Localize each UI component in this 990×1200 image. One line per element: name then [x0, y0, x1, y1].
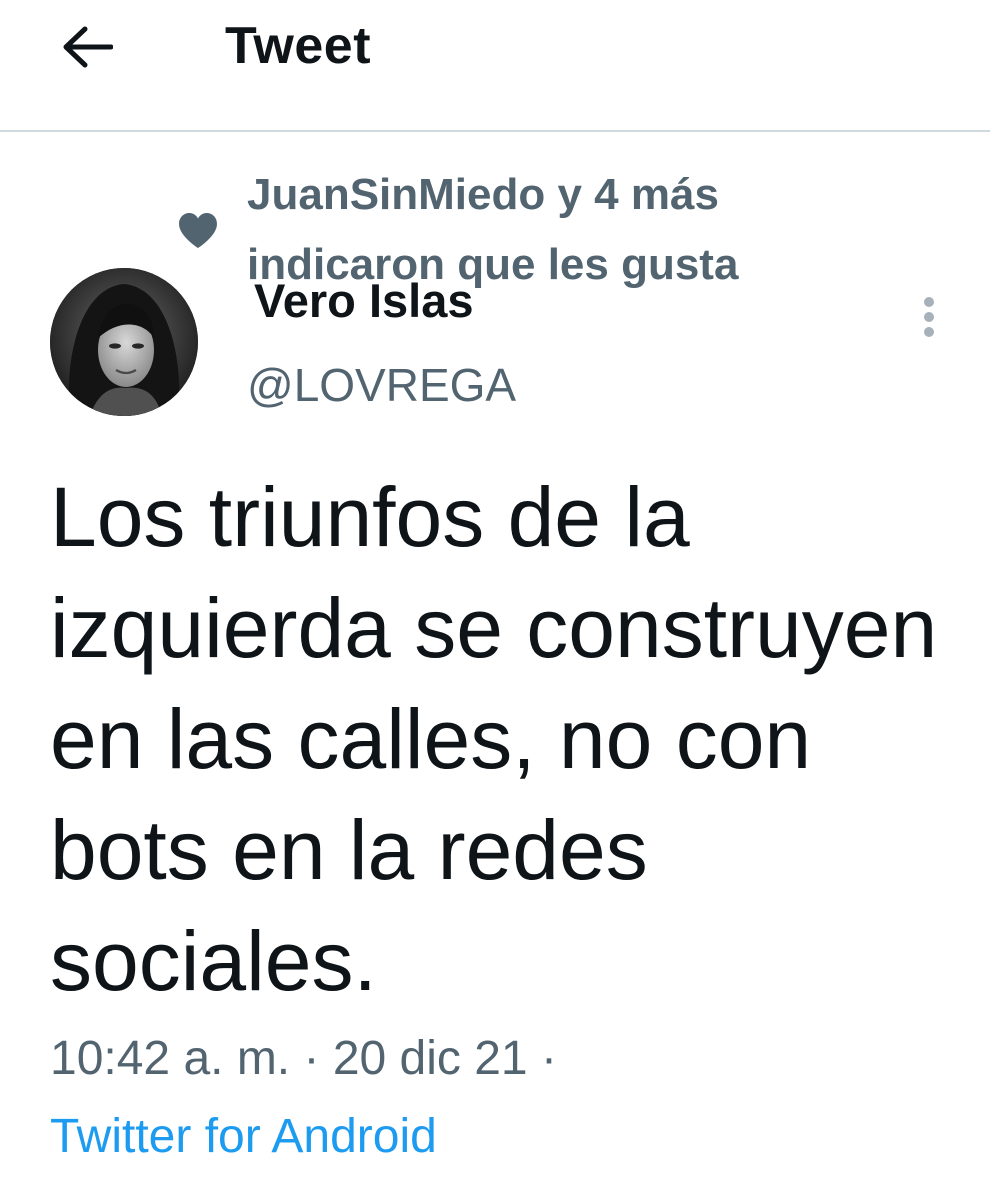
tweet-time[interactable]: 10:42 a. m. — [50, 1032, 290, 1085]
avatar[interactable] — [50, 268, 198, 416]
page-title: Tweet — [225, 17, 372, 75]
arrow-left-icon — [63, 26, 113, 68]
more-vertical-icon — [924, 297, 934, 337]
tweet-source-link[interactable]: Twitter for Android — [50, 1105, 437, 1169]
tweet-date[interactable]: 20 dic 21 — [333, 1032, 528, 1085]
meta-separator: · — [303, 1032, 320, 1085]
author-handle[interactable]: @LOVREGA — [247, 356, 516, 414]
more-options-button[interactable] — [905, 292, 953, 342]
author-display-name[interactable]: Vero Islas — [254, 272, 474, 330]
tweet-meta: 10:42 a. m. · 20 dic 21 · — [50, 1027, 557, 1091]
tweet-text: Los triunfos de la izquierda se construy… — [50, 470, 938, 1008]
heart-icon — [177, 212, 219, 250]
back-button[interactable] — [52, 20, 122, 74]
meta-separator: · — [540, 1032, 557, 1085]
top-app-bar: Tweet — [0, 0, 990, 132]
